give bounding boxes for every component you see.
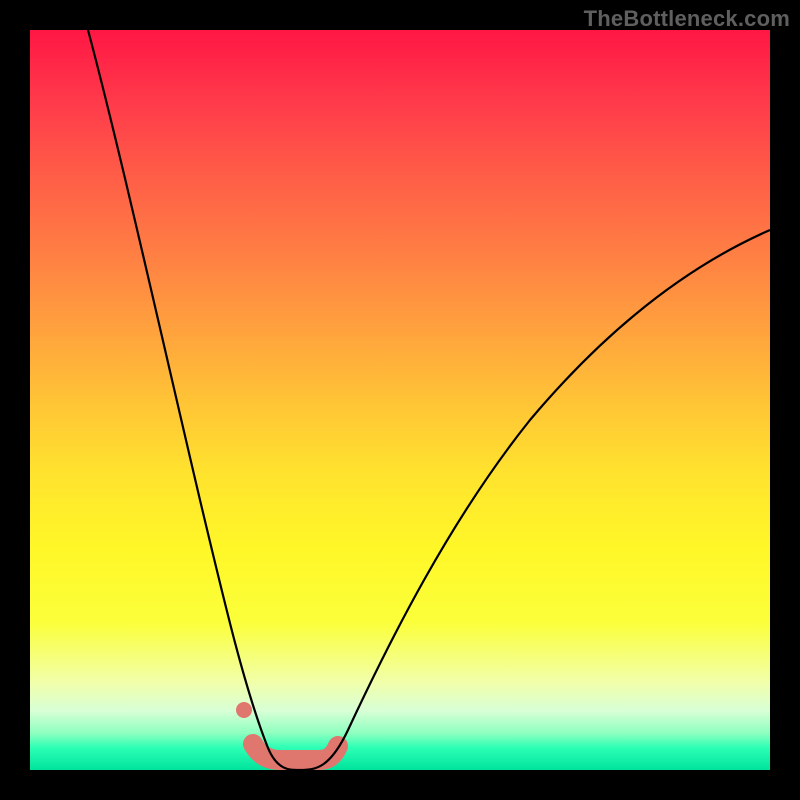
curve-left-branch [88, 30, 300, 770]
highlight-dot [236, 702, 252, 718]
curve-right-branch [300, 230, 770, 770]
chart-svg [30, 30, 770, 770]
watermark-text: TheBottleneck.com [584, 6, 790, 32]
valley-highlight [253, 744, 338, 760]
